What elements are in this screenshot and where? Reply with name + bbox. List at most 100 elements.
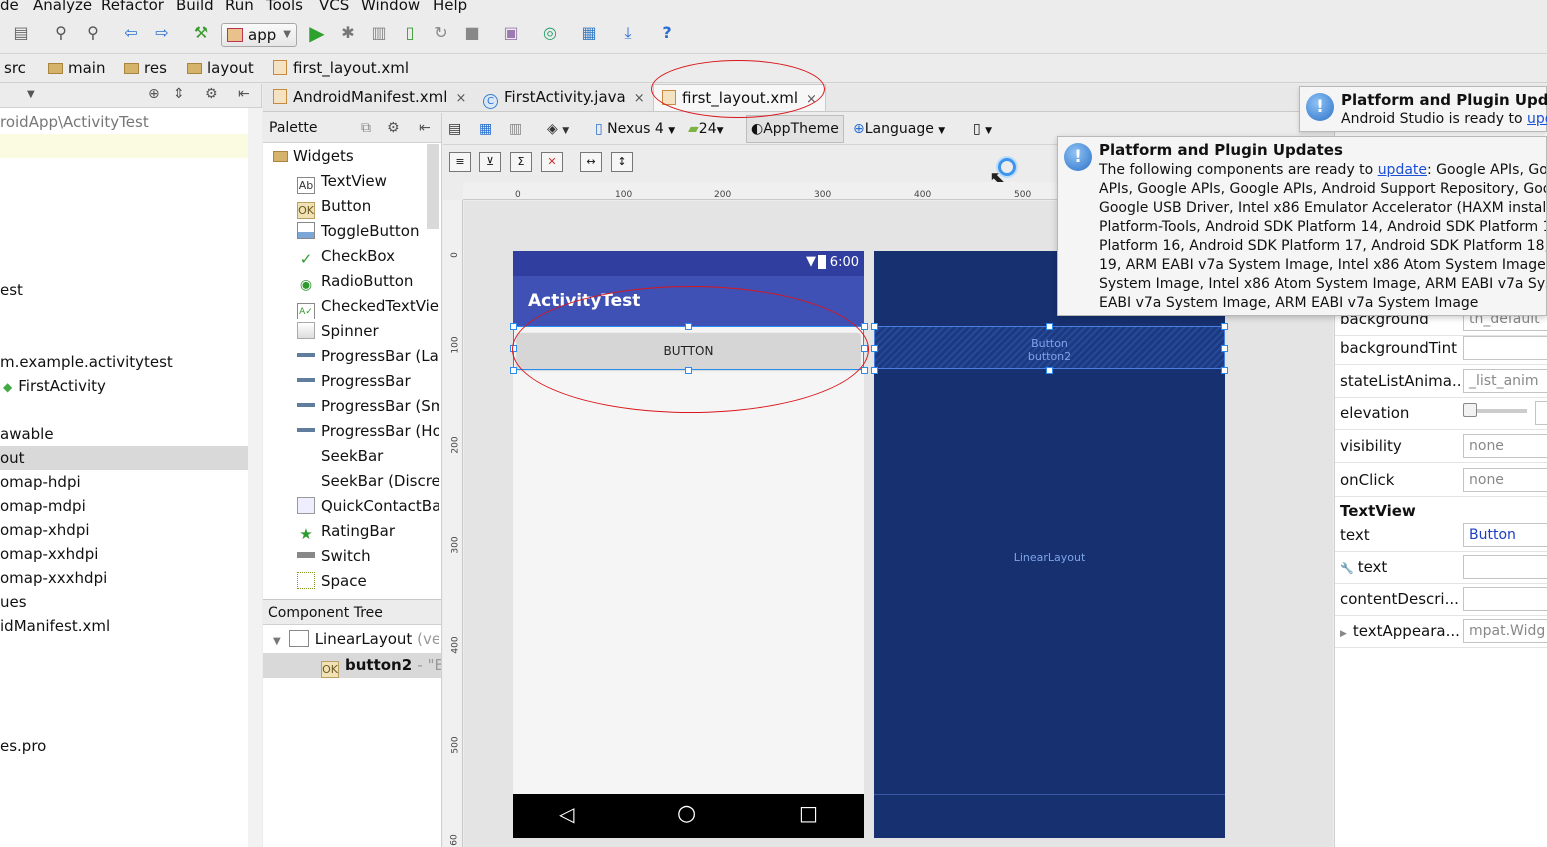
tree-item[interactable]: awable [0,422,248,446]
resize-handle[interactable] [1221,367,1228,374]
menu-item-refactor[interactable]: Refactor [101,0,164,14]
attach-debugger-icon[interactable]: ▯ [399,22,421,44]
tree-item[interactable]: ues [0,590,248,614]
property-value-field[interactable] [1463,555,1547,579]
gear-icon[interactable]: ⚙ [387,113,400,143]
zoom-out-icon[interactable]: ⚲ [82,22,104,44]
tree-item[interactable]: omap-xxxhdpi [0,566,248,590]
tree-item-empty[interactable] [0,134,248,158]
palette-scrollbar[interactable] [427,144,439,229]
menu-item-analyze[interactable]: Analyze [33,0,92,14]
paste-icon[interactable]: ▤ [10,22,32,44]
property-value-field[interactable]: none [1463,468,1547,492]
design-view-icon[interactable]: ▤ [448,119,461,139]
gear-icon[interactable]: ⚙ [205,86,218,102]
resize-handle[interactable] [510,323,517,330]
hide-panel-icon[interactable]: ⇤ [238,86,250,102]
blueprint-button[interactable]: Button button2 [874,326,1225,369]
resize-handle[interactable] [510,367,517,374]
back-arrow-icon[interactable]: ⇦ [120,22,142,44]
back-nav-icon[interactable]: ◁ [559,802,574,826]
palette-item-togglebutton[interactable]: ToggleButton [263,219,439,244]
chevron-down-icon[interactable]: ▼ [27,89,35,100]
expand-triangle-icon[interactable]: ▶ [1340,629,1347,639]
resize-handle[interactable] [861,367,868,374]
palette-item-progressbar-large[interactable]: ProgressBar (Lar [263,344,439,369]
layout-lines-icon[interactable]: ≡ [449,152,471,172]
blueprint-view-icon[interactable]: ▦ [479,119,492,139]
blueprint-preview[interactable]: Button button2 LinearLayout [874,251,1225,838]
palette-item-textview[interactable]: Ab TextView [263,169,439,194]
tree-item[interactable]: omap-xxhdpi [0,542,248,566]
home-nav-icon[interactable]: ○ [677,801,696,826]
coverage-icon[interactable]: ▥ [368,22,390,44]
stop-icon[interactable]: ■ [461,22,483,44]
forward-arrow-icon[interactable]: ⇨ [151,22,173,44]
run-play-icon[interactable]: ▶ [306,22,328,44]
palette-item-spinner[interactable]: Spinner [263,319,439,344]
component-tree-button2[interactable]: OK button2 - "Bu [263,653,441,678]
resize-handle[interactable] [861,323,868,330]
palette-item-switch[interactable]: Switch [263,544,439,569]
expand-vertical-icon[interactable]: ↕ [611,152,633,172]
palette-item-seekbar-discrete[interactable]: SeekBar (Discret [263,469,439,494]
menu-item-run[interactable]: Run [225,0,254,14]
debug-bug-icon[interactable]: ✱ [337,22,359,44]
tree-item[interactable]: es.pro [0,734,248,758]
palette-item-ratingbar[interactable]: ★ RatingBar [263,519,439,544]
tree-item-firstactivity[interactable]: ◆ FirstActivity [0,374,248,398]
breadcrumb-item-res[interactable]: res [124,59,167,77]
update-link[interactable]: update [1378,162,1427,178]
menu-item-vcs[interactable]: VCS [319,0,349,14]
resize-handle[interactable] [871,367,878,374]
tree-item[interactable]: omap-mdpi [0,494,248,518]
tree-item[interactable]: roidApp\ActivityTest [0,110,248,134]
rerun-icon[interactable]: ↻ [430,22,452,44]
restore-icon[interactable]: ⧉ [361,113,371,143]
resize-handle[interactable] [1221,323,1228,330]
property-value-field[interactable] [1463,587,1547,611]
palette-item-quickcontactbadge[interactable]: QuickContactBac [263,494,439,519]
sum-icon[interactable]: Σ [510,152,532,172]
close-icon[interactable]: × [455,91,466,106]
update-link[interactable]: updat [1527,111,1547,127]
expand-triangle-icon[interactable]: ▼ [273,636,281,647]
project-scrollbar[interactable] [248,108,262,847]
menu-item-window[interactable]: Window [361,0,420,14]
tree-item[interactable]: omap-xhdpi [0,518,248,542]
run-config-select[interactable]: app ▼ [221,23,297,47]
resize-handle[interactable] [1046,367,1053,374]
palette-item-checkbox[interactable]: ✓ CheckBox [263,244,439,269]
palette-item-radiobutton[interactable]: ◉ RadioButton [263,269,439,294]
tab-first-activity[interactable]: C FirstActivity.java × [483,84,645,111]
project-structure-icon[interactable]: ▦ [578,22,600,44]
device-select[interactable]: ▯ Nexus 4 ▼ [595,119,675,141]
menu-item-build[interactable]: Build [176,0,214,14]
close-icon[interactable]: × [634,91,645,106]
menu-item-tools[interactable]: Tools [266,0,303,14]
palette-item-button[interactable]: OK Button [263,194,439,219]
palette-group-widgets[interactable]: Widgets [263,144,439,169]
target-icon[interactable]: ⊕ [148,86,160,102]
help-icon[interactable]: ? [656,22,678,44]
menu-item-help[interactable]: Help [433,0,467,14]
menu-item-ide[interactable]: de [0,0,19,14]
make-project-hammer-icon[interactable]: ⚒ [190,22,212,44]
theme-select[interactable]: ◐AppTheme [746,115,844,143]
collapse-icon[interactable]: ⇕ [173,86,185,102]
clear-constraints-icon[interactable]: ✕ [541,152,563,172]
breadcrumb-item-layout[interactable]: layout [187,59,254,77]
breadcrumb-item-first-layout[interactable]: first_layout.xml [273,59,409,77]
expand-horizontal-icon[interactable]: ↔ [580,152,602,172]
palette-item-progressbar-horizontal[interactable]: ProgressBar (Ho [263,419,439,444]
palette-item-progressbar[interactable]: ProgressBar [263,369,439,394]
hide-panel-icon[interactable]: ⇤ [419,113,431,143]
resize-handle[interactable] [871,323,878,330]
tree-item[interactable]: m.example.activitytest [0,350,248,374]
resize-handle[interactable] [1046,323,1053,330]
sdk-manager-download-icon[interactable]: ⤓ [617,22,639,44]
notification-balloon-large[interactable]: ! Platform and Plugin Updates The follow… [1057,136,1547,316]
tree-item[interactable]: est [0,278,248,302]
both-views-icon[interactable]: ▥ [509,119,522,139]
resize-handle[interactable] [1221,345,1228,352]
